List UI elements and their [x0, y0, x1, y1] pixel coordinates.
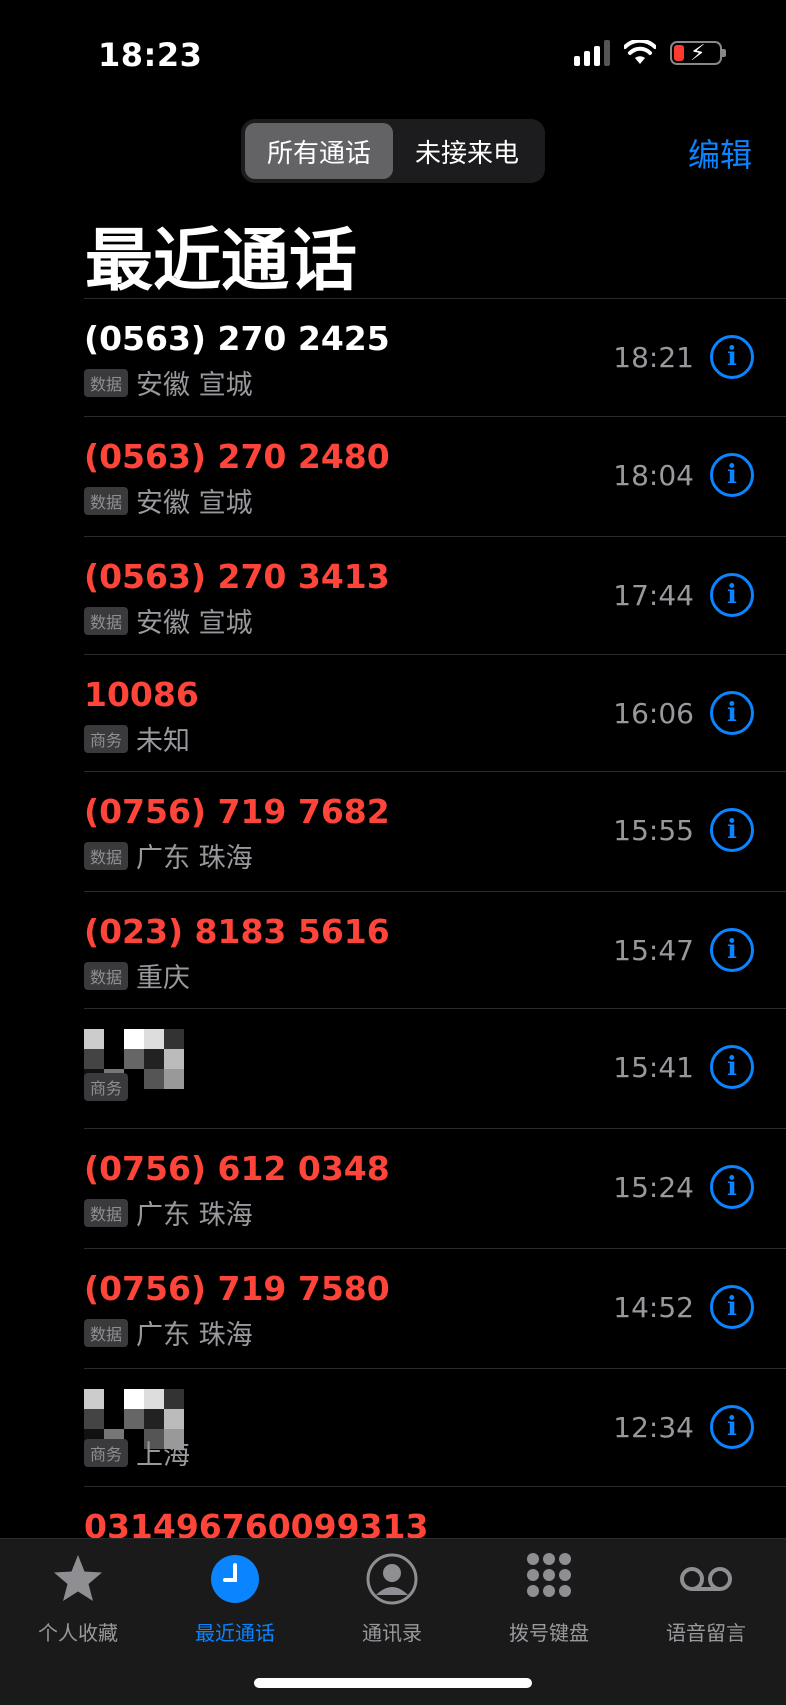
edit-button[interactable]: 编辑: [688, 130, 752, 176]
status-time: 18:23: [98, 36, 203, 74]
caller-location: 安徽 宣城: [136, 608, 253, 639]
tab-recents[interactable]: 最近通话: [157, 1551, 313, 1646]
call-time: 12:34: [613, 1411, 694, 1444]
call-type-badge: 数据: [84, 841, 129, 870]
call-meta: 数据 安徽 宣城: [84, 601, 253, 640]
call-meta: 数据 安徽 宣城: [84, 481, 253, 520]
call-type-badge: 数据: [84, 1318, 129, 1347]
person-icon: [366, 1553, 418, 1605]
battery-icon: ⚡: [670, 41, 726, 66]
caller-number: (0756) 612 0348: [84, 1149, 390, 1188]
status-icons: ⚡: [574, 40, 726, 66]
call-type-badge: 数据: [84, 368, 129, 397]
caller-number: (023) 8183 5616: [84, 912, 390, 951]
tab-contacts[interactable]: 通讯录: [314, 1551, 470, 1646]
call-row[interactable]: (0756) 719 7580 数据 广东 珠海 14:52 i: [84, 1248, 786, 1368]
call-time: 15:41: [613, 1051, 694, 1084]
info-icon[interactable]: i: [710, 928, 754, 972]
call-row[interactable]: (023) 8183 5616 数据 重庆 15:47 i: [84, 891, 786, 1008]
tab-favorites[interactable]: 个人收藏: [0, 1551, 156, 1646]
recent-calls-list[interactable]: (0563) 270 2425 数据 安徽 宣城 18:21 i (0563) 270 2…: [84, 298, 786, 1546]
caller-location: 广东 珠海: [136, 843, 253, 874]
tab-label: 拨号键盘: [509, 1621, 589, 1645]
tab-all-calls[interactable]: 所有通话: [245, 123, 393, 179]
call-row[interactable]: 10086 商务 未知 16:06 i: [84, 654, 786, 771]
call-type-badge: 商务: [84, 724, 129, 753]
tab-missed-calls[interactable]: 未接来电: [393, 123, 541, 179]
info-icon[interactable]: i: [710, 1045, 754, 1089]
call-row[interactable]: (0756) 612 0348 数据 广东 珠海 15:24 i: [84, 1128, 786, 1248]
call-row[interactable]: 商务 15:41 i: [84, 1008, 786, 1128]
call-row[interactable]: (0563) 270 2425 数据 安徽 宣城 18:21 i: [84, 298, 786, 416]
call-time: 18:21: [613, 341, 694, 374]
page-title: 最近通话: [85, 222, 358, 301]
call-type-badge: 数据: [84, 961, 129, 990]
cellular-signal-icon: [574, 40, 610, 66]
tab-voicemail[interactable]: 语音留言: [628, 1551, 784, 1646]
info-icon[interactable]: i: [710, 1165, 754, 1209]
star-icon: [54, 1555, 102, 1601]
tab-label: 最近通话: [195, 1621, 275, 1645]
call-type-badge: 数据: [84, 1198, 129, 1227]
home-indicator[interactable]: [254, 1678, 532, 1688]
caller-number: (0563) 270 2480: [84, 437, 390, 476]
call-row[interactable]: (0563) 270 3413 数据 安徽 宣城 17:44 i: [84, 536, 786, 654]
call-time: 15:55: [613, 814, 694, 847]
caller-number: (0563) 270 3413: [84, 557, 390, 596]
info-icon[interactable]: i: [710, 1285, 754, 1329]
tab-label: 个人收藏: [38, 1621, 118, 1645]
caller-number: 10086: [84, 675, 199, 714]
caller-location: 重庆: [136, 963, 191, 994]
caller-number: (0756) 719 7682: [84, 792, 390, 831]
caller-number: (0756) 719 7580: [84, 1269, 390, 1308]
call-meta: 商务 上海: [84, 1433, 190, 1472]
caller-location: 广东 珠海: [136, 1320, 253, 1351]
call-meta: 数据 安徽 宣城: [84, 363, 253, 402]
call-time: 18:04: [613, 459, 694, 492]
info-icon[interactable]: i: [710, 808, 754, 852]
call-row[interactable]: 商务 上海 12:34 i: [84, 1368, 786, 1486]
keypad-icon: [527, 1553, 571, 1597]
call-row[interactable]: (0756) 719 7682 数据 广东 珠海 15:55 i: [84, 771, 786, 891]
info-icon[interactable]: i: [710, 691, 754, 735]
call-time: 17:44: [613, 579, 694, 612]
tab-keypad[interactable]: 拨号键盘: [471, 1551, 627, 1646]
info-icon[interactable]: i: [710, 1405, 754, 1449]
call-time: 14:52: [613, 1291, 694, 1324]
call-row[interactable]: (0563) 270 2480 数据 安徽 宣城 18:04 i: [84, 416, 786, 536]
call-meta: 数据 广东 珠海: [84, 1313, 253, 1352]
call-meta: 数据 重庆: [84, 956, 190, 995]
voicemail-icon: [680, 1567, 732, 1591]
tab-label: 语音留言: [666, 1621, 746, 1645]
wifi-icon: [624, 40, 656, 64]
call-time: 15:24: [613, 1171, 694, 1204]
caller-location: 安徽 宣城: [136, 370, 253, 401]
call-meta: 商务: [84, 1073, 129, 1101]
clock-icon: [211, 1555, 259, 1603]
call-type-badge: 商务: [84, 1438, 129, 1467]
call-row[interactable]: 031496760099313: [84, 1486, 786, 1546]
info-icon[interactable]: i: [710, 453, 754, 497]
caller-location: 广东 珠海: [136, 1200, 253, 1231]
call-meta: 数据 广东 珠海: [84, 1193, 253, 1232]
call-meta: 商务 未知: [84, 719, 190, 758]
call-meta: 数据 广东 珠海: [84, 836, 253, 875]
caller-location: 安徽 宣城: [136, 488, 253, 519]
caller-location: 未知: [136, 726, 191, 757]
caller-location: 上海: [136, 1440, 191, 1471]
tab-label: 通讯录: [362, 1621, 422, 1645]
info-icon[interactable]: i: [710, 573, 754, 617]
call-time: 16:06: [613, 697, 694, 730]
call-type-badge: 商务: [84, 1073, 129, 1101]
call-type-badge: 数据: [84, 606, 129, 635]
call-type-badge: 数据: [84, 486, 129, 515]
caller-number: (0563) 270 2425: [84, 319, 390, 358]
call-filter-segmented[interactable]: 所有通话 未接来电: [241, 119, 545, 183]
info-icon[interactable]: i: [710, 335, 754, 379]
call-time: 15:47: [613, 934, 694, 967]
